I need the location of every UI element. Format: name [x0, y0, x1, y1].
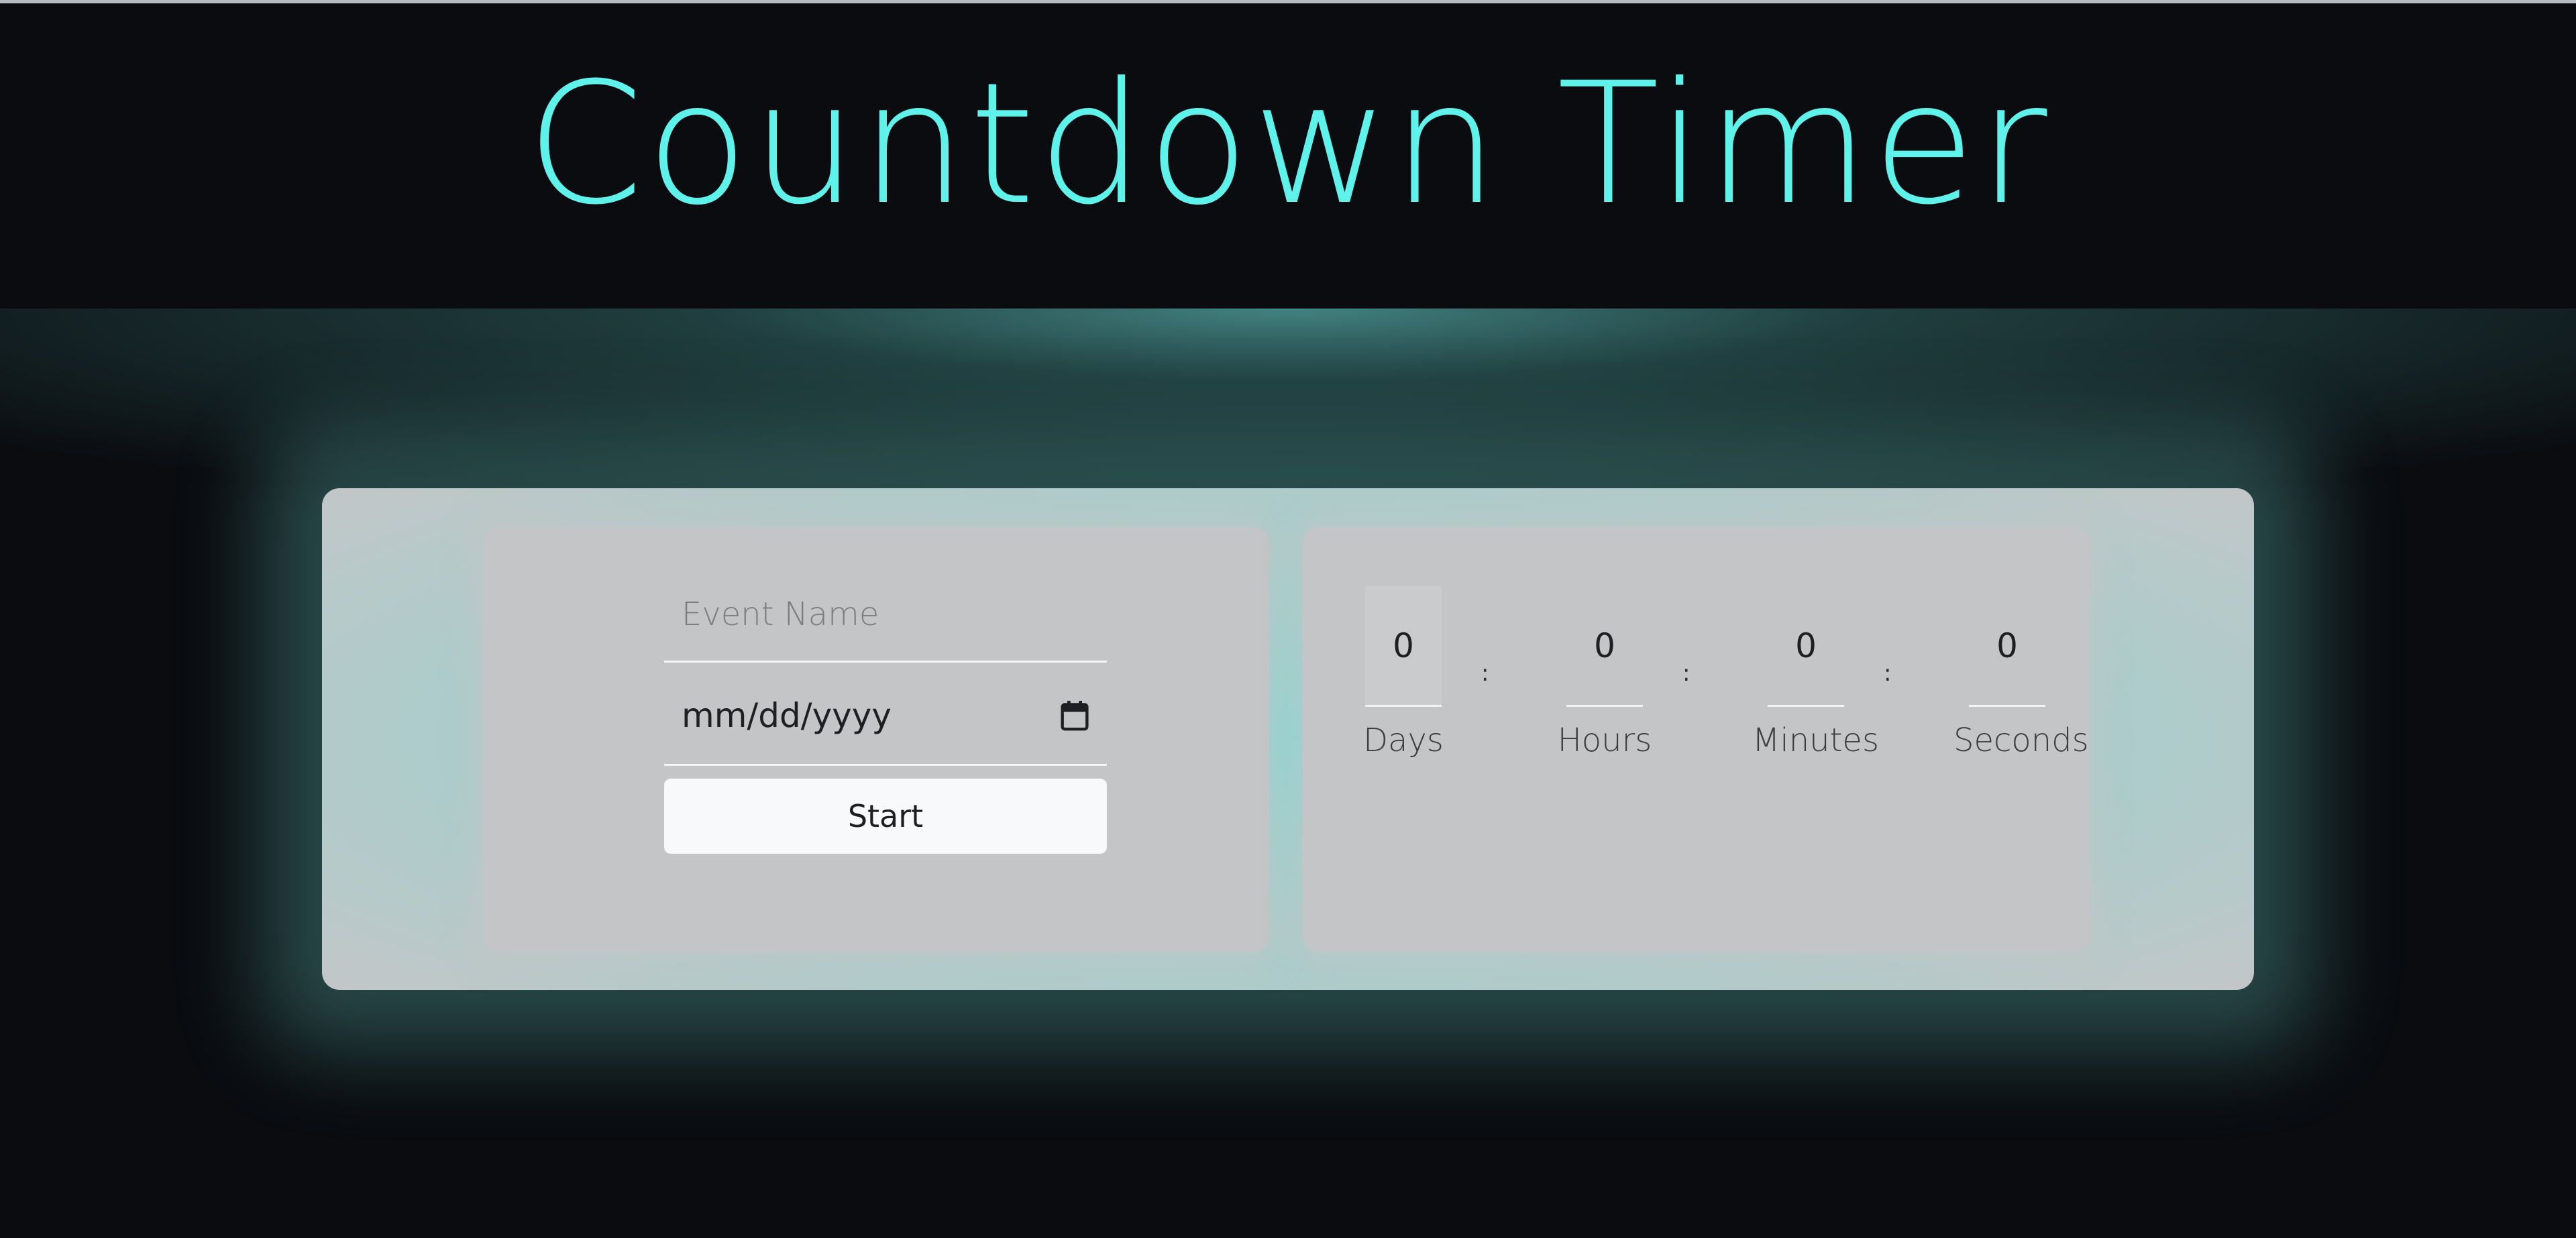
separator: :: [1481, 660, 1489, 687]
countdown-panel: 0 Days : 0 Hours : 0 Minutes : 0 Seconds: [1303, 527, 2089, 952]
separator: :: [1682, 660, 1690, 687]
days-value: 0: [1365, 586, 1442, 707]
page-header: Countdown Timer: [0, 3, 2576, 308]
seconds-value: 0: [1969, 586, 2045, 707]
countdown-seconds: 0 Seconds: [1953, 586, 2089, 760]
event-date-placeholder: mm/dd/yyyy: [682, 695, 892, 735]
calendar-icon[interactable]: [1060, 699, 1089, 732]
countdown-minutes: 0 Minutes: [1752, 586, 1879, 760]
days-label: Days: [1363, 722, 1444, 759]
start-button[interactable]: Start: [664, 779, 1107, 854]
event-name-input[interactable]: Event Name: [664, 567, 1107, 663]
hours-value: 0: [1566, 586, 1643, 707]
countdown-hours: 0 Hours: [1551, 586, 1658, 760]
seconds-label: Seconds: [1953, 722, 2089, 759]
event-form-panel: Event Name mm/dd/yyyy Start: [483, 527, 1269, 952]
page-title: Countdown Timer: [526, 46, 2050, 241]
minutes-label: Minutes: [1752, 722, 1879, 759]
event-name-placeholder: Event Name: [682, 595, 879, 633]
timer-card: Event Name mm/dd/yyyy Start 0 Days : 0 H…: [322, 488, 2254, 990]
hours-label: Hours: [1557, 722, 1652, 759]
minutes-value: 0: [1768, 586, 1844, 707]
event-date-input[interactable]: mm/dd/yyyy: [664, 667, 1107, 766]
separator: :: [1884, 660, 1892, 687]
countdown-days: 0 Days: [1350, 586, 1457, 759]
